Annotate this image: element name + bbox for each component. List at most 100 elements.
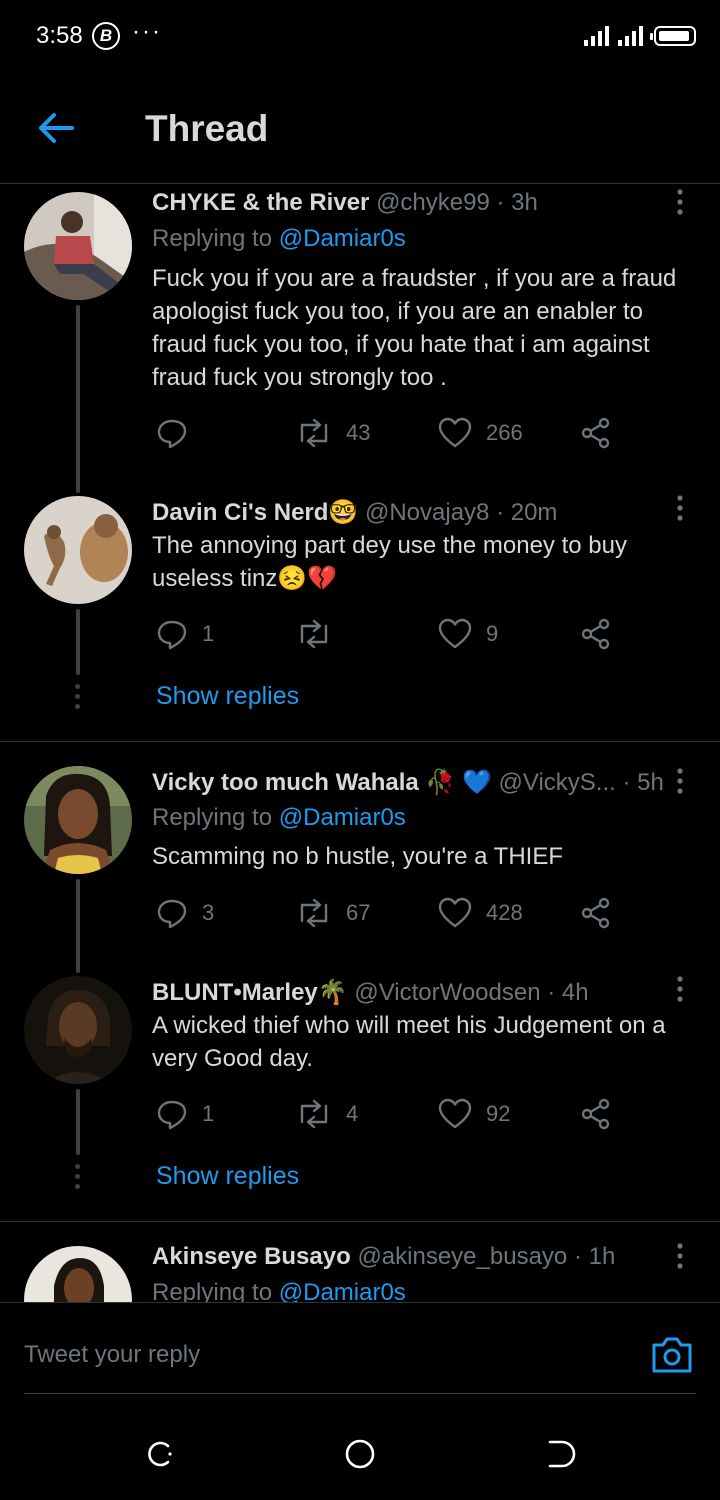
author-handle[interactable]: @Novajay8: [365, 499, 489, 526]
thread-continuation-dots: [75, 684, 81, 714]
tweet-meta: CHYKE & the River @chyke99 · 3h: [152, 189, 538, 217]
retweet-icon: [300, 898, 328, 928]
retweet-count: 67: [346, 900, 371, 925]
heart-icon: [438, 618, 472, 649]
share-icon: [581, 897, 610, 929]
reply-input[interactable]: Tweet your reply: [24, 1341, 200, 1369]
tweet-meta: Vicky too much Wahala 🥀 💙 @VickyS... · 5…: [152, 768, 664, 797]
heart-icon: [438, 897, 472, 928]
retweet-button[interactable]: 67: [296, 893, 370, 933]
reply-underline: [24, 1393, 696, 1394]
author-name[interactable]: Akinseye Busayo: [152, 1243, 351, 1270]
reply-button[interactable]: 1: [156, 614, 214, 654]
status-bar: 3:58 B ···: [0, 0, 720, 72]
tweet-time: · 4h: [547, 979, 589, 1006]
divider: [0, 741, 720, 742]
reply-composer: Tweet your reply: [0, 1302, 720, 1422]
signal-icon-2: [618, 26, 643, 46]
system-nav-bar: [0, 1422, 720, 1500]
author-handle[interactable]: @VickyS...: [499, 769, 616, 796]
reply-count: 1: [202, 1101, 215, 1126]
tweet-meta: Akinseye Busayo @akinseye_busayo · 1h: [152, 1243, 615, 1271]
like-count: 428: [486, 900, 523, 925]
mention-link[interactable]: @Damiar0s: [279, 804, 406, 831]
show-replies-link[interactable]: Show replies: [156, 682, 299, 711]
page-title: Thread: [145, 108, 269, 149]
mention-link[interactable]: @Damiar0s: [279, 225, 406, 252]
like-button[interactable]: 92: [438, 1094, 510, 1134]
tweet-time: · 1h: [573, 1243, 616, 1270]
like-count: 266: [486, 420, 523, 445]
like-button[interactable]: 9: [438, 614, 498, 654]
more-options-icon[interactable]: [668, 494, 692, 524]
back-icon[interactable]: [542, 1436, 578, 1472]
avatar[interactable]: [24, 192, 132, 300]
status-time: 3:58: [36, 22, 83, 49]
tweet-actions: 3 67 428: [152, 893, 632, 933]
avatar[interactable]: [24, 976, 132, 1084]
tweet-meta: Davin Ci's Nerd🤓 @Novajay8 · 20m: [152, 498, 557, 527]
thread-line: [76, 305, 80, 493]
author-name[interactable]: Vicky too much Wahala 🥀 💙: [152, 769, 492, 796]
replying-to: Replying to @Damiar0s: [152, 225, 406, 253]
author-handle[interactable]: @chyke99: [376, 189, 490, 216]
home-icon[interactable]: [342, 1436, 378, 1472]
share-button[interactable]: [580, 893, 612, 933]
more-notifications-icon: ···: [132, 18, 162, 45]
retweet-icon: [300, 418, 328, 448]
author-name[interactable]: CHYKE & the River: [152, 189, 369, 216]
tweet-text: Scamming no b hustle, you're a THIEF: [152, 843, 563, 870]
more-options-icon[interactable]: [668, 1242, 692, 1272]
reply-count: 3: [202, 900, 215, 925]
share-button[interactable]: [580, 1094, 612, 1134]
share-button[interactable]: [580, 614, 612, 654]
retweet-icon: [300, 619, 328, 649]
author-name[interactable]: Davin Ci's Nerd🤓: [152, 499, 358, 526]
like-count: 9: [486, 621, 499, 646]
reply-icon: [157, 899, 187, 929]
camera-icon[interactable]: [650, 1333, 694, 1377]
recent-apps-icon[interactable]: [142, 1436, 178, 1472]
replying-label: Replying to: [152, 225, 273, 252]
reply-icon: [157, 1100, 187, 1130]
tweet-text: The annoying part dey use the money to b…: [152, 532, 627, 592]
tweet-time: · 5h: [622, 769, 664, 796]
reply-button[interactable]: 1: [156, 1094, 214, 1134]
tweet-meta: BLUNT•Marley🌴 @VictorWoodsen · 4h: [152, 978, 589, 1007]
show-replies-link[interactable]: Show replies: [156, 1162, 299, 1191]
thread-line: [76, 879, 80, 973]
signal-icon: [584, 26, 609, 46]
author-handle[interactable]: @VictorWoodsen: [354, 979, 540, 1006]
reply-button[interactable]: 3: [156, 893, 214, 933]
author-handle[interactable]: @akinseye_busayo: [357, 1243, 567, 1270]
replying-to: Replying to @Damiar0s: [152, 804, 406, 832]
more-options-icon[interactable]: [668, 188, 692, 218]
retweet-count: 43: [346, 420, 371, 445]
heart-icon: [438, 417, 472, 448]
more-options-icon[interactable]: [668, 975, 692, 1005]
retweet-button[interactable]: 43: [296, 413, 370, 453]
back-arrow-icon[interactable]: [36, 108, 76, 148]
retweet-button[interactable]: 4: [296, 1094, 358, 1134]
app-badge-icon: B: [92, 22, 120, 50]
retweet-count: 4: [346, 1101, 359, 1126]
more-options-icon[interactable]: [668, 767, 692, 797]
like-button[interactable]: 428: [438, 893, 523, 933]
share-icon: [581, 417, 610, 449]
share-icon: [581, 618, 610, 650]
like-button[interactable]: 266: [438, 413, 523, 453]
tweet-text: Fuck you if you are a fraudster , if you…: [152, 265, 677, 391]
retweet-button[interactable]: [296, 614, 346, 654]
tweet-actions: 1 9: [152, 614, 632, 654]
avatar[interactable]: [24, 766, 132, 874]
replying-label: Replying to: [152, 804, 273, 831]
share-button[interactable]: [580, 413, 612, 453]
avatar[interactable]: [24, 496, 132, 604]
reply-count: 1: [202, 621, 215, 646]
battery-icon: [650, 26, 696, 46]
thread-continuation-dots: [75, 1164, 81, 1194]
reply-button[interactable]: [156, 413, 202, 453]
tweet-time: · 3h: [496, 189, 538, 216]
author-name[interactable]: BLUNT•Marley🌴: [152, 979, 348, 1006]
divider: [0, 1221, 720, 1222]
